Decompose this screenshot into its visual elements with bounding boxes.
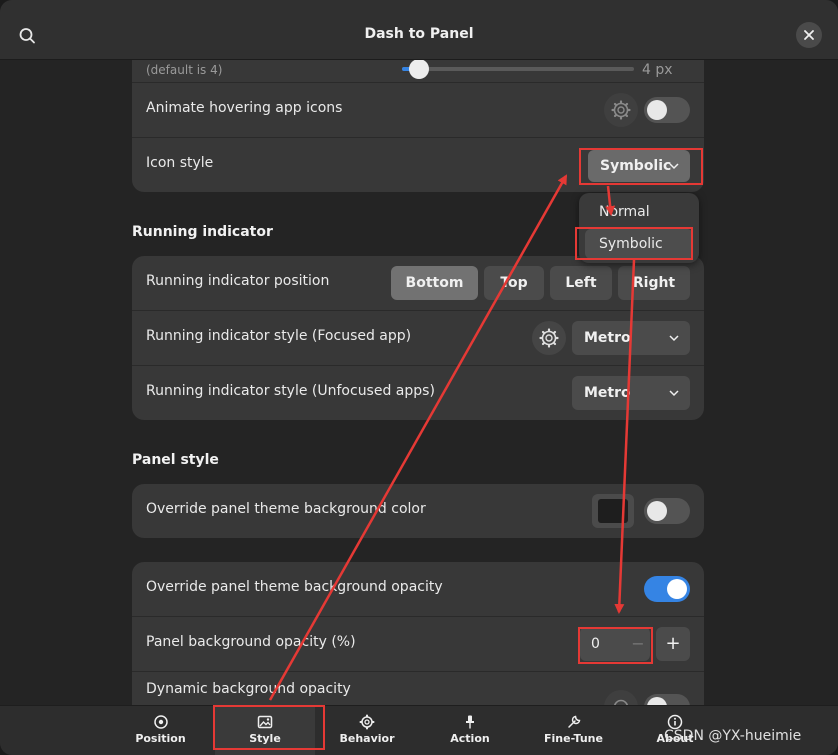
arrow-style-to-icon-style (268, 174, 568, 701)
arrow-icon-style-to-symbolic (605, 185, 616, 216)
preferences-window: Dash to Panel (default is 4) 4 px Animat… (0, 0, 838, 755)
watermark-text: CSDN @YX-hueimie (664, 728, 802, 744)
annotation-arrows (268, 174, 636, 701)
arrow-symbolic-to-opacity (614, 259, 636, 614)
